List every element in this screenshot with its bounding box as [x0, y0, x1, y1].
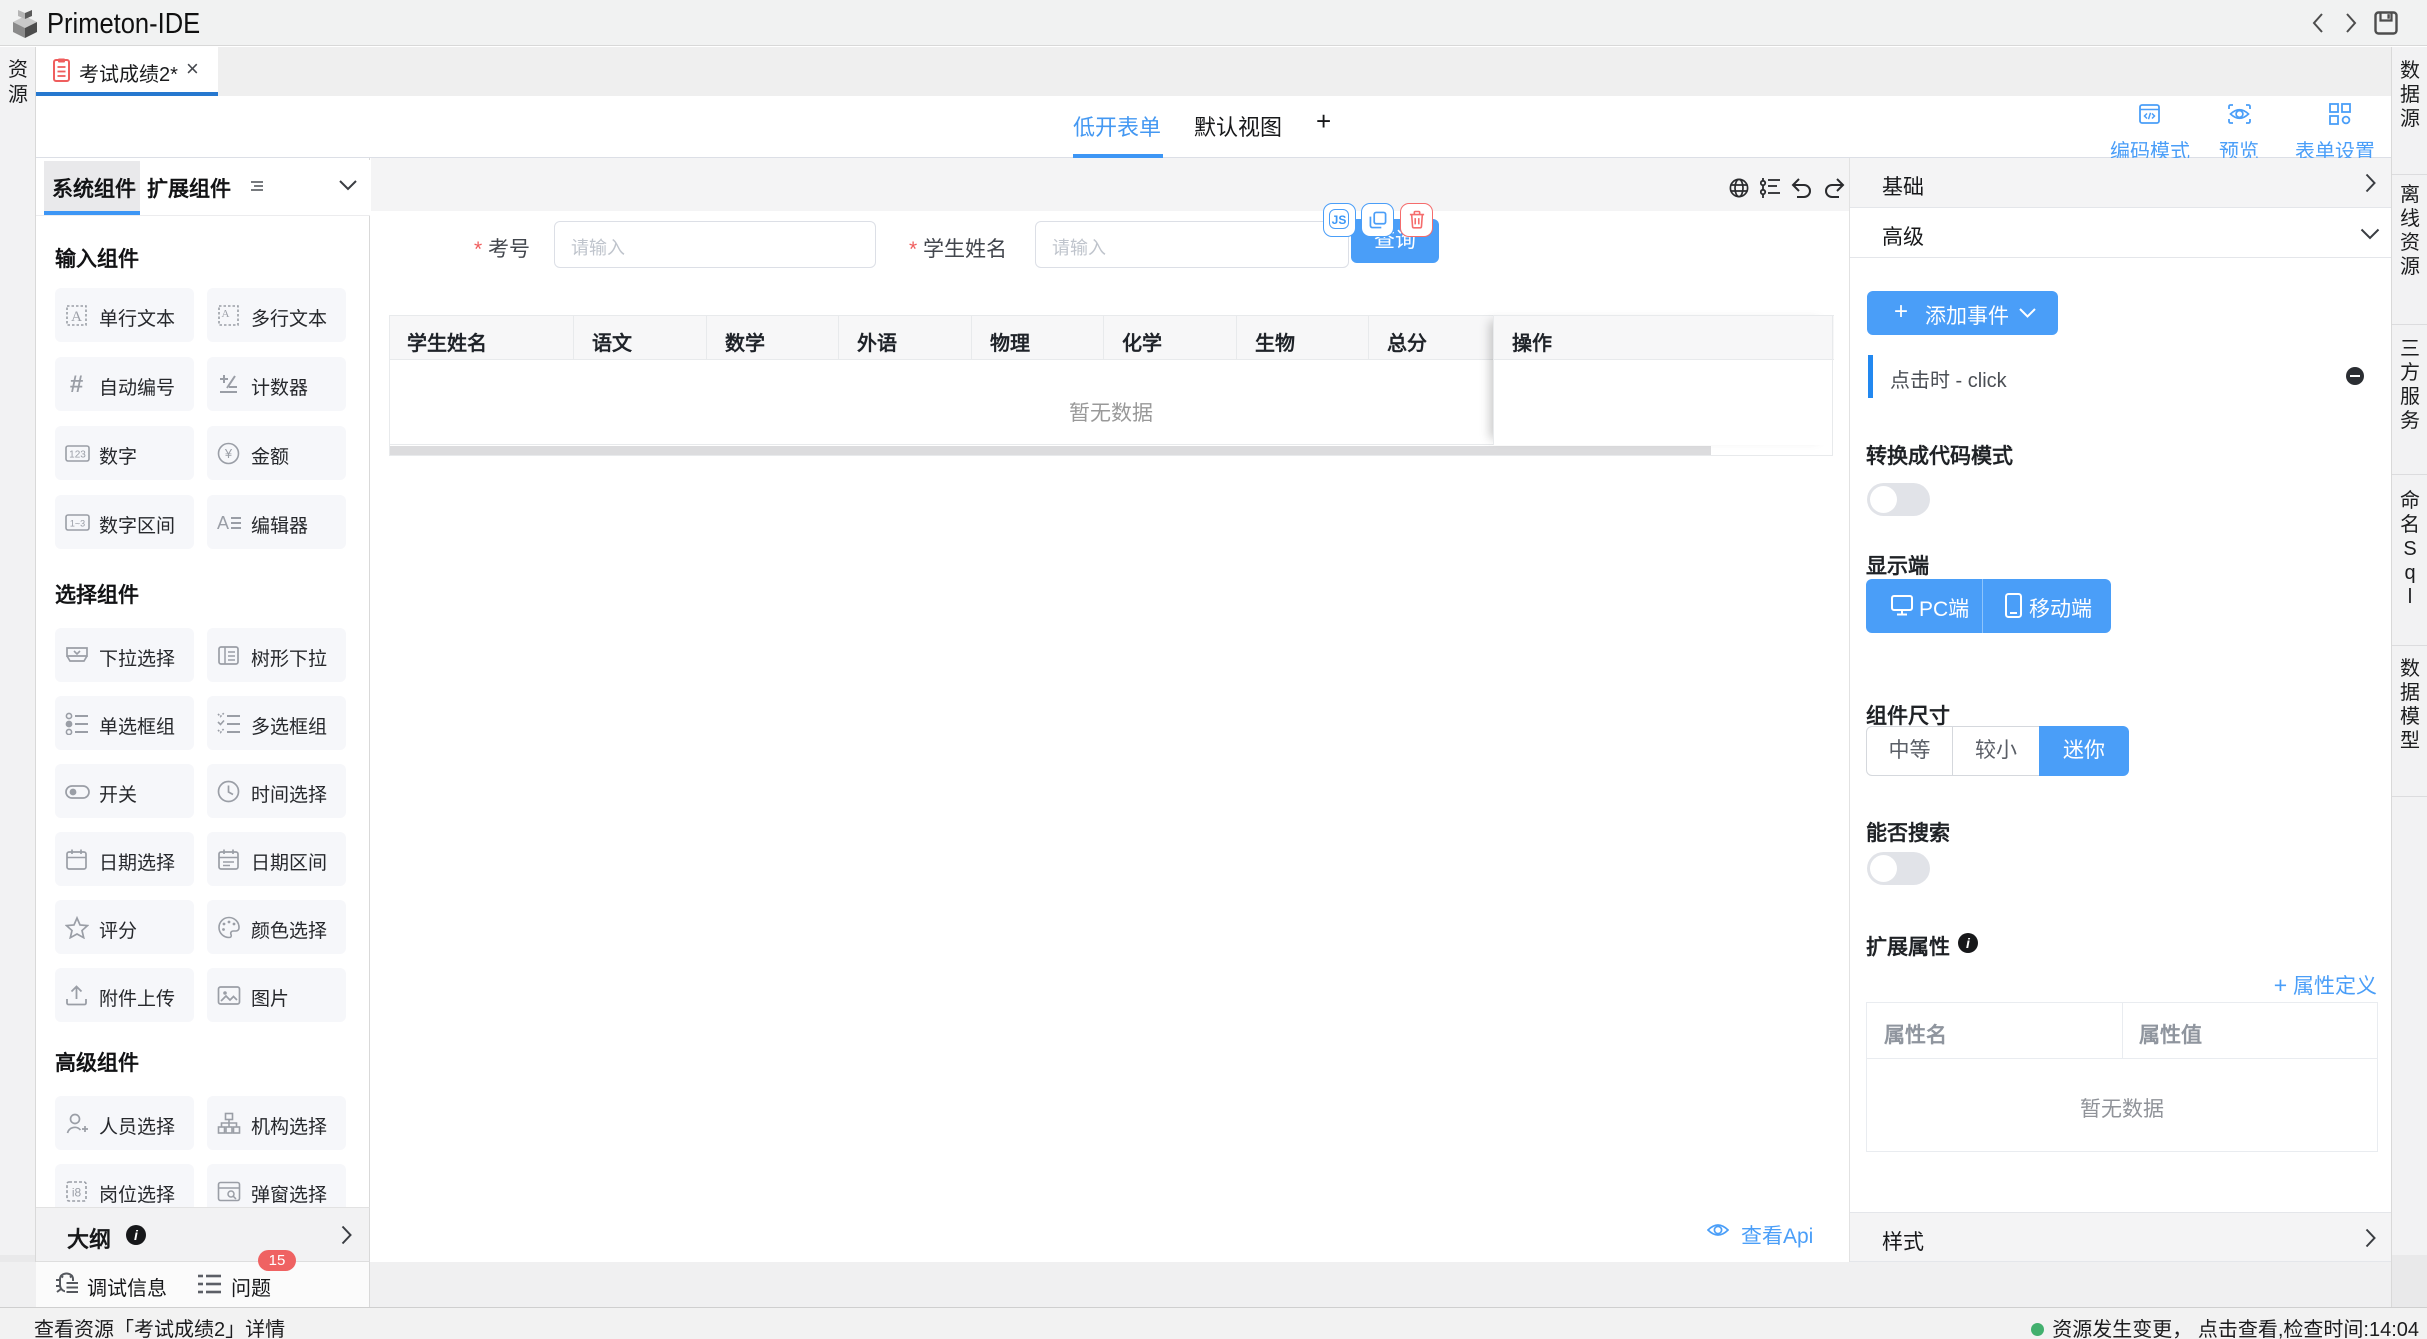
svg-text:#: # — [70, 373, 83, 396]
svg-text:i8: i8 — [72, 1186, 82, 1200]
svg-text:¥: ¥ — [224, 446, 233, 461]
svg-text:1~3: 1~3 — [70, 519, 85, 529]
svg-text:123: 123 — [69, 450, 86, 461]
svg-text:A: A — [71, 309, 82, 325]
svg-text:A: A — [217, 513, 229, 533]
svg-text:A: A — [222, 308, 230, 320]
